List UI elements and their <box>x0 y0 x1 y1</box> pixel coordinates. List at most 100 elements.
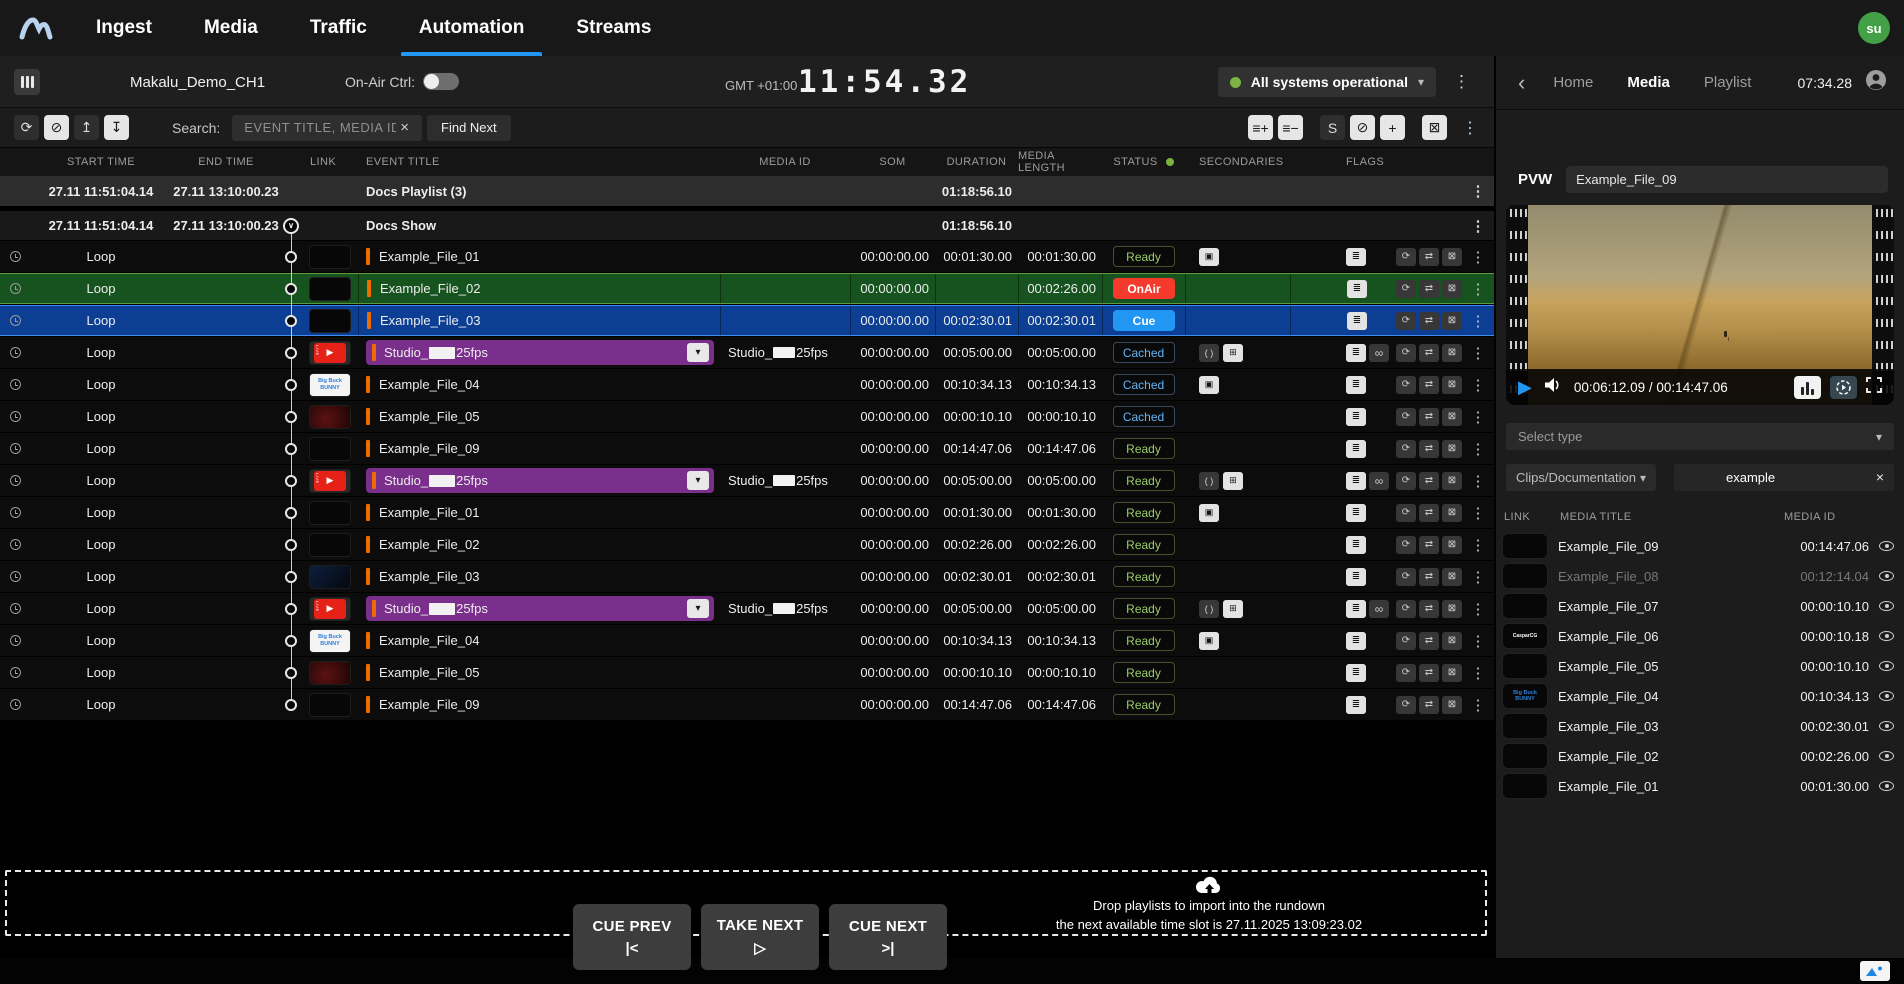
code-secondary-icon[interactable]: ( ) <box>1199 472 1219 490</box>
preview-title-field[interactable]: Example_File_09 <box>1566 166 1888 193</box>
infinity-loop-icon[interactable]: ∞ <box>1369 344 1389 362</box>
swap-icon[interactable]: ⇄ <box>1419 408 1439 426</box>
link-node-icon[interactable] <box>285 315 297 327</box>
media-list-item[interactable]: Example_File_02 00:02:26.00 <box>1496 741 1904 771</box>
playlist-play-icon[interactable]: ≣ <box>1346 600 1366 618</box>
blocked-icon[interactable]: ⊠ <box>1442 600 1462 618</box>
search-clear-icon[interactable]: × <box>400 119 409 136</box>
variant-dropdown-icon[interactable]: ▾ <box>687 471 709 490</box>
row-menu-button[interactable]: ⋮ <box>1462 561 1494 592</box>
move-down-icon[interactable]: ↧ <box>104 115 129 140</box>
tab-streams[interactable]: Streams <box>550 0 677 56</box>
swap-icon[interactable]: ⇄ <box>1419 664 1439 682</box>
rundown-row[interactable]: Loop Example_File_03 00:00:00.00 00:02:3… <box>0 305 1494 336</box>
media-list-item[interactable]: Example_File_08 00:12:14.04 <box>1496 561 1904 591</box>
repeat-icon[interactable]: ⟳ <box>1396 536 1416 554</box>
repeat-icon[interactable]: ⟳ <box>1396 440 1416 458</box>
link-node-icon[interactable] <box>285 571 297 583</box>
select-type-dropdown[interactable]: Select type ▾ <box>1506 423 1894 450</box>
playlist-play-icon[interactable]: ≣ <box>1347 280 1367 298</box>
infinity-loop-icon[interactable]: ∞ <box>1369 472 1389 490</box>
audio-meter-icon[interactable] <box>1794 376 1821 399</box>
row-menu-button[interactable]: ⋮ <box>1462 369 1494 400</box>
play-icon[interactable]: ▶ <box>1518 377 1532 398</box>
rundown-group-row[interactable]: 27.11 11:51:04.14 27.11 13:10:00.23 Docs… <box>0 176 1494 206</box>
rundown-row[interactable]: Loop Example_File_05 00:00:00.00 00:00:1… <box>0 401 1494 432</box>
rundown-row[interactable]: Loop Example_File_03 00:00:00.00 00:02:3… <box>0 561 1494 592</box>
swap-icon[interactable]: ⇄ <box>1419 536 1439 554</box>
repeat-icon[interactable]: ⟳ <box>1396 664 1416 682</box>
onair-ctrl-toggle[interactable] <box>423 73 459 90</box>
link-node-icon[interactable] <box>285 251 297 263</box>
panel-tab-home[interactable]: Home <box>1553 74 1593 91</box>
repeat-icon[interactable]: ⟳ <box>1396 696 1416 714</box>
blocked-icon[interactable]: ⊠ <box>1442 312 1462 330</box>
person-icon[interactable] <box>1864 68 1888 97</box>
preview-eye-icon[interactable] <box>1879 781 1894 791</box>
panel-tab-playlist[interactable]: Playlist <box>1704 74 1752 91</box>
blocked-icon[interactable]: ⊠ <box>1442 504 1462 522</box>
blocked-icon[interactable]: ⊠ <box>1442 344 1462 362</box>
swap-icon[interactable]: ⇄ <box>1419 600 1439 618</box>
swap-icon[interactable]: ⇄ <box>1419 248 1439 266</box>
image-secondary-icon[interactable]: ▣ <box>1199 632 1219 650</box>
row-menu-button[interactable]: ⋮ <box>1462 433 1494 464</box>
rundown-row[interactable]: Loop Big Buck BUNNY Example_File_04 00:0… <box>0 625 1494 656</box>
swap-icon[interactable]: ⇄ <box>1419 696 1439 714</box>
row-menu-button[interactable]: ⋮ <box>1462 689 1494 720</box>
live-event-pill[interactable]: Studio_25fps▾ <box>366 596 714 621</box>
preview-eye-icon[interactable] <box>1879 691 1894 701</box>
overlay-secondary-icon[interactable]: ⊞ <box>1223 600 1243 618</box>
rundown-row[interactable]: Loop Big Buck BUNNY Example_File_04 00:0… <box>0 369 1494 400</box>
rundown-row[interactable]: Loop Example_File_01 00:00:00.00 00:01:3… <box>0 241 1494 272</box>
link-node-icon[interactable] <box>285 347 297 359</box>
fullscreen-icon[interactable] <box>1866 377 1882 398</box>
swap-icon[interactable]: ⇄ <box>1419 376 1439 394</box>
toolbar-menu-button[interactable]: ⋮ <box>1462 118 1478 138</box>
row-menu-button[interactable]: ⋮ <box>1462 211 1494 240</box>
media-search-input[interactable] <box>1674 464 1894 491</box>
link-node-icon[interactable] <box>285 539 297 551</box>
row-menu-button[interactable]: ⋮ <box>1462 625 1494 656</box>
volume-icon[interactable] <box>1544 377 1562 398</box>
playlist-play-icon[interactable]: ≣ <box>1346 632 1366 650</box>
rundown-row[interactable]: Loop Example_File_09 00:00:00.00 00:14:4… <box>0 433 1494 464</box>
repeat-icon[interactable]: ⟳ <box>1396 280 1416 298</box>
device-off-icon[interactable]: ⊘ <box>1350 115 1375 140</box>
playlist-play-icon[interactable]: ≣ <box>1346 472 1366 490</box>
link-node-icon[interactable] <box>285 603 297 615</box>
row-menu-button[interactable]: ⋮ <box>1462 176 1494 206</box>
preview-eye-icon[interactable] <box>1879 631 1894 641</box>
link-node-icon[interactable] <box>285 283 297 295</box>
repeat-icon[interactable]: ⟳ <box>1396 632 1416 650</box>
channel-grid-icon[interactable] <box>14 69 40 95</box>
swap-icon[interactable]: ⇄ <box>1419 312 1439 330</box>
overlay-secondary-icon[interactable]: ⊞ <box>1223 344 1243 362</box>
swap-icon[interactable]: ⇄ <box>1419 440 1439 458</box>
blocked-icon[interactable]: ⊠ <box>1442 248 1462 266</box>
link-node-icon[interactable] <box>285 635 297 647</box>
row-menu-button[interactable]: ⋮ <box>1462 593 1494 624</box>
media-list-item[interactable]: Example_File_03 00:02:30.01 <box>1496 711 1904 741</box>
system-status-dropdown[interactable]: All systems operational ▾ <box>1218 67 1436 97</box>
row-menu-button[interactable]: ⋮ <box>1462 241 1494 272</box>
repeat-icon[interactable]: ⟳ <box>1396 472 1416 490</box>
blocked-icon[interactable]: ⊠ <box>1442 664 1462 682</box>
image-secondary-icon[interactable]: ▣ <box>1199 248 1219 266</box>
playlist-play-icon[interactable]: ≣ <box>1346 344 1366 362</box>
blocked-icon[interactable]: ⊠ <box>1442 408 1462 426</box>
rundown-group-row[interactable]: 27.11 11:51:04.14 27.11 13:10:00.23 ∨ Do… <box>0 211 1494 240</box>
cue-prev-button[interactable]: CUE PREV |< <box>573 904 691 970</box>
user-avatar[interactable]: su <box>1858 12 1890 44</box>
swap-icon[interactable]: ⇄ <box>1419 344 1439 362</box>
media-list-item[interactable]: Example_File_07 00:00:10.10 <box>1496 591 1904 621</box>
link-node-icon[interactable] <box>285 443 297 455</box>
minimized-window-icon[interactable] <box>1860 961 1890 981</box>
code-secondary-icon[interactable]: ( ) <box>1199 344 1219 362</box>
blocked-icon[interactable]: ⊠ <box>1442 472 1462 490</box>
code-secondary-icon[interactable]: ( ) <box>1199 600 1219 618</box>
preview-eye-icon[interactable] <box>1879 571 1894 581</box>
variant-dropdown-icon[interactable]: ▾ <box>687 343 709 362</box>
link-node-icon[interactable] <box>285 411 297 423</box>
rundown-row[interactable]: Loop Example_File_01 00:00:00.00 00:01:3… <box>0 497 1494 528</box>
